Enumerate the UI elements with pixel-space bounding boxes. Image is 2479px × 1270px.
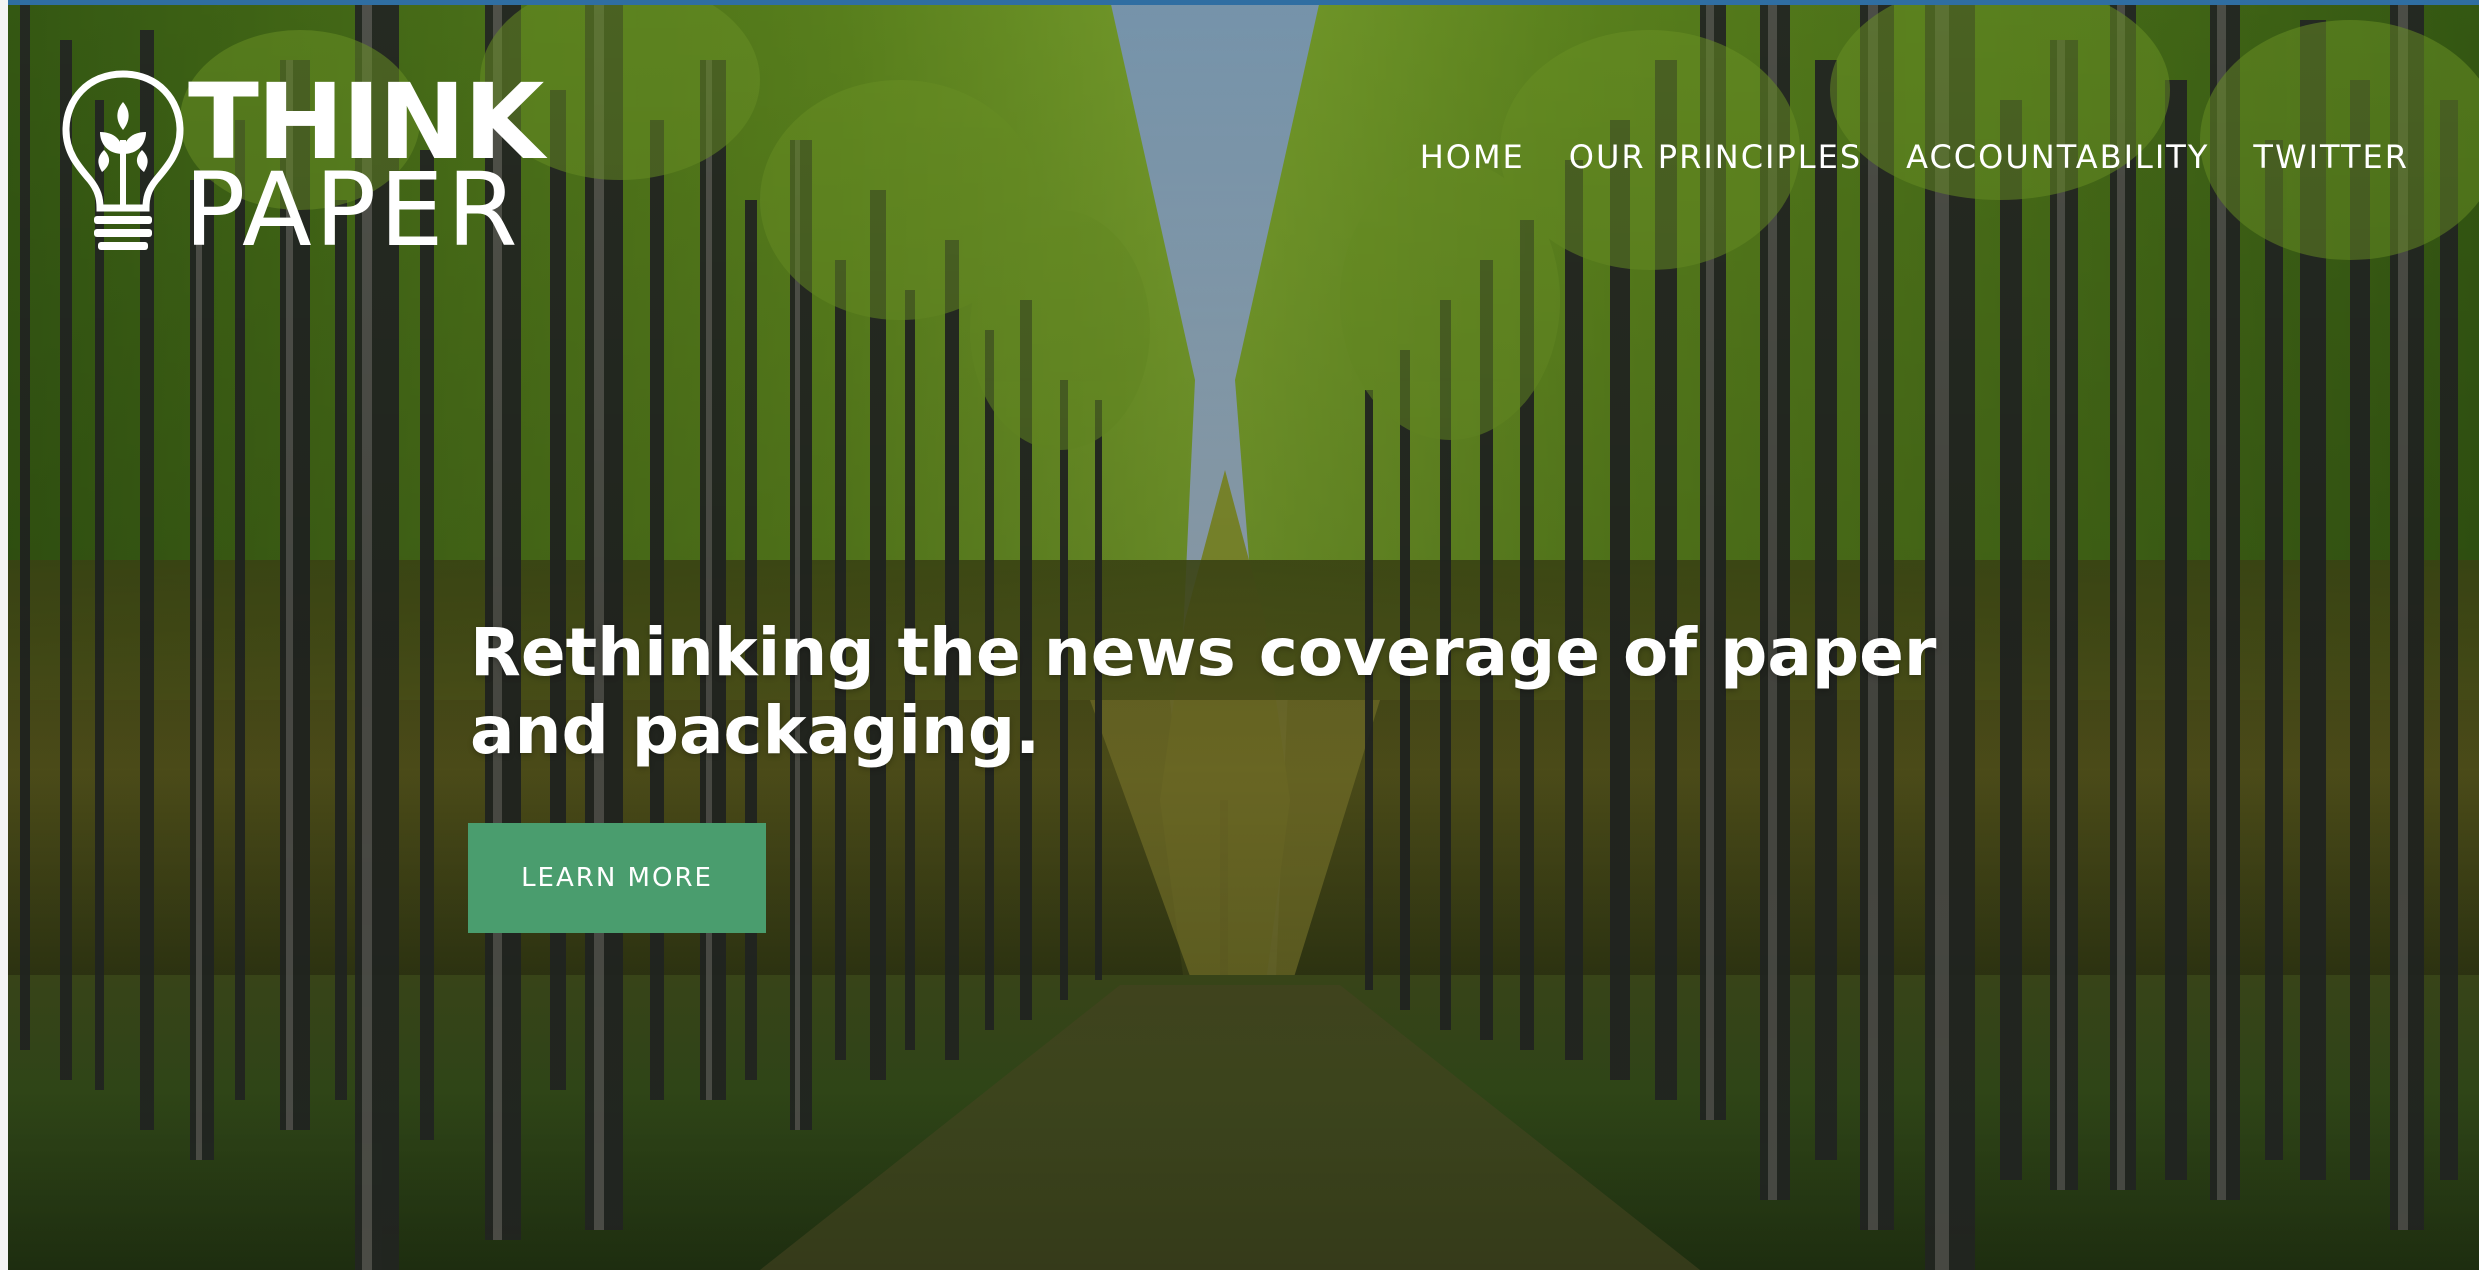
browser-top-strip <box>0 0 2479 5</box>
hero-headline-line-2: and packaging. <box>470 692 1041 769</box>
nav-item-our-principles[interactable]: OUR PRINCIPLES <box>1569 138 1862 176</box>
nav-item-twitter[interactable]: TWITTER <box>2253 138 2409 176</box>
main-navigation: HOME OUR PRINCIPLES ACCOUNTABILITY TWITT… <box>1420 138 2409 176</box>
browser-left-strip <box>0 0 8 1270</box>
hero-headline-line-1: Rethinking the news coverage of paper <box>470 614 1937 691</box>
page: THINK PAPER HOME OUR PRINCIPLES ACCOUNTA… <box>0 0 2479 1270</box>
nav-item-home[interactable]: HOME <box>1420 138 1525 176</box>
nav-item-accountability[interactable]: ACCOUNTABILITY <box>1906 138 2209 176</box>
learn-more-button[interactable]: LEARN MORE <box>468 823 766 933</box>
lightbulb-sprout-icon <box>62 70 184 250</box>
hero-headline: Rethinking the news coverage of paper an… <box>470 614 1970 770</box>
logo-text-paper: PAPER <box>184 151 521 270</box>
site-logo[interactable]: THINK PAPER <box>60 68 580 262</box>
